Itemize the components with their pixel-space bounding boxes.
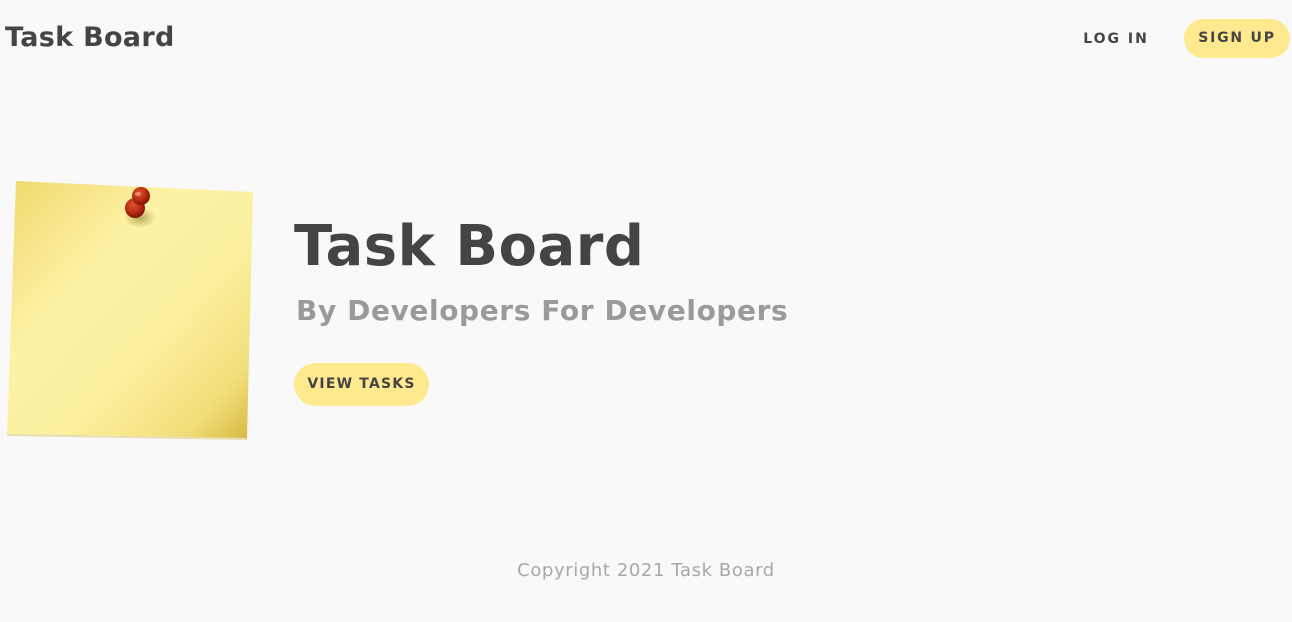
footer-copyright: Copyright 2021 Task Board [517,560,775,581]
login-button[interactable]: LOG IN [1070,20,1162,58]
view-tasks-button[interactable]: VIEW TASKS [294,363,429,406]
sticky-note-with-pushpin-icon [7,181,253,440]
navbar: Task Board LOG IN SIGN UP [0,0,1292,80]
hero-subtitle: By Developers For Developers [296,294,789,327]
hero-title: Task Board [294,214,645,279]
signup-button[interactable]: SIGN UP [1184,19,1290,58]
sticky-note-image [6,178,256,442]
brand-logo-text[interactable]: Task Board [5,22,175,53]
